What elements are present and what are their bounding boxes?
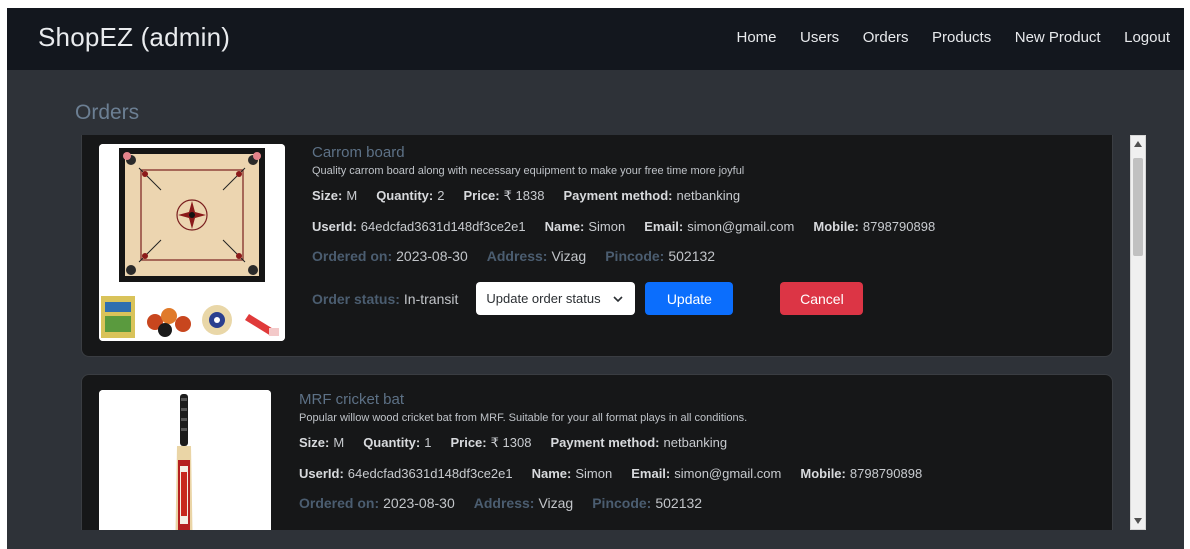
nav-link-new-product[interactable]: New Product [1015, 29, 1101, 46]
nav-link-home[interactable]: Home [737, 29, 777, 46]
email-label: Email: [644, 219, 684, 234]
product-title[interactable]: Carrom board [312, 144, 954, 162]
price-label: Price: [463, 188, 500, 203]
ordered-on-value: 2023-08-30 [396, 248, 468, 264]
triangle-down-icon [1134, 518, 1142, 524]
name-label: Name: [531, 466, 572, 481]
userid-value: 64edcfad3631d148df3ce2e1 [347, 466, 513, 481]
update-order-status-select[interactable]: Update order status [476, 282, 636, 315]
pincode-value: 502132 [655, 495, 703, 511]
product-image-cricket-bat [99, 390, 271, 530]
size-value: M [333, 435, 345, 450]
select-placeholder: Update order status [486, 291, 601, 306]
userid-label: UserId: [299, 466, 344, 481]
orders-scrollbar[interactable] [1130, 135, 1146, 530]
scroll-thumb[interactable] [1133, 158, 1143, 256]
name-label: Name: [544, 219, 585, 234]
address-label: Address: [486, 248, 548, 264]
order-details: Carrom board Quality carrom board along … [312, 144, 954, 315]
email-value: simon@gmail.com [674, 466, 782, 481]
chevron-down-icon [613, 295, 623, 302]
shipping-row: Ordered on: 2023-08-30 Address: Vizag Pi… [312, 248, 954, 264]
nav-link-orders[interactable]: Orders [863, 29, 909, 46]
name-value: Simon [588, 219, 626, 234]
app-frame: ShopEZ (admin) Home Users Orders Product… [7, 8, 1184, 549]
email-label: Email: [631, 466, 671, 481]
triangle-up-icon [1134, 141, 1142, 147]
size-label: Size: [299, 435, 330, 450]
quantity-value: 1 [424, 435, 432, 450]
payment-value: netbanking [663, 435, 728, 450]
payment-label: Payment method: [550, 435, 660, 450]
ordered-on-label: Ordered on: [299, 495, 380, 511]
ordered-on-label: Ordered on: [312, 248, 393, 264]
email-value: simon@gmail.com [687, 219, 795, 234]
cancel-button[interactable]: Cancel [780, 282, 864, 315]
order-details: MRF cricket bat Popular willow wood cric… [299, 391, 941, 511]
customer-row: UserId: 64edcfad3631d148df3ce2e1 Name: S… [312, 219, 954, 234]
payment-label: Payment method: [563, 188, 673, 203]
price-label: Price: [450, 435, 487, 450]
mobile-label: Mobile: [813, 219, 859, 234]
price-value: ₹ 1838 [503, 188, 545, 203]
pincode-label: Pincode: [592, 495, 652, 511]
cricket-bat-illustration [99, 390, 271, 530]
product-description: Quality carrom board along with necessar… [312, 165, 745, 177]
shipping-row: Ordered on: 2023-08-30 Address: Vizag Pi… [299, 495, 941, 511]
price-value: ₹ 1308 [490, 435, 532, 450]
address-value: Vizag [551, 248, 587, 264]
customer-row: UserId: 64edcfad3631d148df3ce2e1 Name: S… [299, 466, 941, 481]
size-label: Size: [312, 188, 343, 203]
carrom-board-illustration [99, 144, 285, 341]
status-row: Order status: In-transit Update order st… [312, 282, 954, 315]
product-description: Popular willow wood cricket bat from MRF… [299, 412, 748, 424]
mobile-value: 8798790898 [862, 219, 936, 234]
address-value: Vizag [538, 495, 574, 511]
quantity-value: 2 [437, 188, 445, 203]
userid-value: 64edcfad3631d148df3ce2e1 [360, 219, 526, 234]
quantity-label: Quantity: [363, 435, 421, 450]
page-title: Orders [75, 101, 140, 124]
order-summary-row: Size: M Quantity: 2 Price: ₹ 1838 Paymen… [312, 188, 954, 204]
address-label: Address: [473, 495, 535, 511]
scroll-up-button[interactable] [1131, 136, 1145, 152]
quantity-label: Quantity: [376, 188, 434, 203]
ordered-on-value: 2023-08-30 [383, 495, 455, 511]
nav-links: Home Users Orders Products New Product L… [713, 29, 1171, 46]
product-image-carrom-board [99, 144, 285, 341]
navbar: ShopEZ (admin) Home Users Orders Product… [7, 8, 1184, 70]
order-status-value: In-transit [403, 290, 459, 307]
product-title[interactable]: MRF cricket bat [299, 391, 941, 409]
brand-logo[interactable]: ShopEZ (admin) [38, 22, 230, 53]
pincode-label: Pincode: [605, 248, 665, 264]
update-button[interactable]: Update [645, 282, 734, 315]
nav-link-products[interactable]: Products [932, 29, 991, 46]
scroll-down-button[interactable] [1131, 513, 1145, 529]
size-value: M [346, 188, 358, 203]
order-card: MRF cricket bat Popular willow wood cric… [81, 374, 1113, 530]
mobile-label: Mobile: [800, 466, 846, 481]
nav-link-logout[interactable]: Logout [1124, 29, 1170, 46]
orders-list: Carrom board Quality carrom board along … [81, 135, 1113, 530]
nav-link-users[interactable]: Users [800, 29, 839, 46]
order-summary-row: Size: M Quantity: 1 Price: ₹ 1308 Paymen… [299, 435, 941, 451]
order-status-label: Order status: [312, 290, 400, 307]
pincode-value: 502132 [668, 248, 716, 264]
mobile-value: 8798790898 [849, 466, 923, 481]
order-card: Carrom board Quality carrom board along … [81, 135, 1113, 357]
userid-label: UserId: [312, 219, 357, 234]
name-value: Simon [575, 466, 613, 481]
payment-value: netbanking [676, 188, 741, 203]
